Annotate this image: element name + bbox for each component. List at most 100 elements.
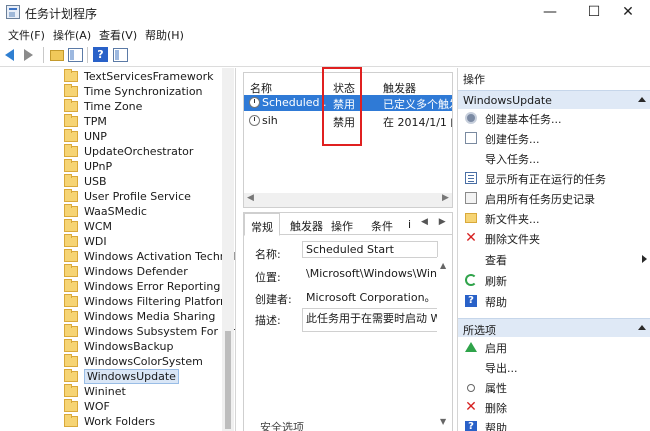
tree-item[interactable]: User Profile Service <box>64 189 234 204</box>
tree-item[interactable]: Windows Media Sharing <box>64 309 234 324</box>
up-folder-button[interactable] <box>50 47 66 63</box>
toolbar: ? <box>0 43 650 67</box>
toolbar-divider <box>87 47 88 63</box>
detail-tabs: 常规 触发器 操作 条件 i ◀ ▶ <box>244 213 452 236</box>
close-button[interactable]: ✕ <box>606 0 650 24</box>
tab-general[interactable]: 常规 <box>244 213 280 236</box>
forward-button[interactable] <box>24 47 40 63</box>
folder-icon <box>64 264 78 277</box>
folder-icon <box>64 399 78 412</box>
console-tree-icon <box>68 48 83 62</box>
action-enable[interactable]: 启用 <box>458 338 650 357</box>
tab-scroll-arrows[interactable]: ◀ ▶ <box>421 217 450 227</box>
submenu-arrow-icon <box>642 255 647 263</box>
folder-icon <box>64 84 78 97</box>
show-hide-console-button[interactable] <box>68 47 84 63</box>
gear-icon <box>465 112 477 124</box>
scroll-up-icon[interactable]: ▲ <box>440 261 446 270</box>
tree-item[interactable]: USB <box>64 174 234 189</box>
clock-icon <box>249 115 260 126</box>
create-task-icon <box>465 132 477 144</box>
help-button[interactable]: ? <box>93 47 109 63</box>
back-button[interactable] <box>5 47 21 63</box>
action-export[interactable]: 导出... <box>458 358 650 377</box>
menu-view[interactable]: 查看(V) <box>99 27 137 43</box>
task-trigger: 已定义多个触发 <box>383 98 453 111</box>
task-list-hscrollbar[interactable]: ◀ ▶ <box>244 193 452 207</box>
tree-item[interactable]: Windows Activation Technolo <box>64 249 235 264</box>
tree-scrollbar-thumb[interactable] <box>225 331 231 429</box>
folder-icon <box>64 174 78 187</box>
tree-scrollbar[interactable] <box>222 68 234 431</box>
tree-item[interactable]: Windows Filtering Platform <box>64 294 234 309</box>
field-label-description: 描述: <box>255 314 281 327</box>
field-value-location: \Microsoft\Windows\Window <box>306 267 437 280</box>
tree-item[interactable]: TextServicesFramework <box>64 69 234 84</box>
tree-item[interactable]: UpdateOrchestrator <box>64 144 234 159</box>
column-header-trigger[interactable]: 触发器 <box>383 80 416 96</box>
toolbar-divider <box>43 47 44 63</box>
action-help-selected[interactable]: ? 帮助 <box>458 418 650 431</box>
field-value-name[interactable]: Scheduled Start <box>302 241 438 258</box>
tree-item[interactable]: UPnP <box>64 159 234 174</box>
action-view[interactable]: 查看 <box>458 250 650 269</box>
detail-scrollbar[interactable]: ▲ ▼ <box>437 257 451 431</box>
tree-item[interactable]: WaaSMedic <box>64 204 234 219</box>
task-scheduler-app-icon <box>6 5 20 19</box>
menu-file[interactable]: 文件(F) <box>8 27 45 43</box>
folder-icon <box>64 129 78 142</box>
column-header-name[interactable]: 名称 <box>250 80 272 96</box>
action-help[interactable]: ? 帮助 <box>458 292 650 311</box>
tree-item[interactable]: WindowsColorSystem <box>64 354 234 369</box>
action-properties[interactable]: 属性 <box>458 378 650 397</box>
action-import-task[interactable]: 导入任务... <box>458 149 650 168</box>
scroll-right-icon[interactable]: ▶ <box>442 193 449 203</box>
tab-conditions[interactable]: 条件 <box>371 218 393 234</box>
tree-item[interactable]: Windows Subsystem For Linux <box>64 324 235 339</box>
action-delete-folder[interactable]: ✕ 删除文件夹 <box>458 229 650 248</box>
tree-item[interactable]: WDI <box>64 234 234 249</box>
action-new-folder[interactable]: 新文件夹... <box>458 209 650 228</box>
field-value-author: Microsoft Corporation。 <box>306 291 436 304</box>
tree-item[interactable]: WOF <box>64 399 234 414</box>
tree-item[interactable]: Windows Error Reporting <box>64 279 234 294</box>
tab-more[interactable]: i <box>408 218 411 231</box>
tree-item[interactable]: Wininet <box>64 384 234 399</box>
tree-item[interactable]: Time Zone <box>64 99 234 114</box>
action-refresh[interactable]: 刷新 <box>458 271 650 290</box>
scroll-down-icon[interactable]: ▼ <box>440 417 446 426</box>
folder-icon <box>64 99 78 112</box>
collapse-icon[interactable] <box>638 97 646 102</box>
tree-item[interactable]: Work Folders <box>64 414 234 429</box>
tree-item-windowsupdate[interactable]: WindowsUpdate <box>64 369 234 384</box>
tree-item[interactable]: TPM <box>64 114 234 129</box>
field-value-description[interactable]: 此任务用于在需要时启动 Wi <box>302 308 438 332</box>
folder-icon <box>64 414 78 427</box>
show-action-pane-button[interactable] <box>113 47 129 63</box>
menu-action[interactable]: 操作(A) <box>53 27 91 43</box>
collapse-icon[interactable] <box>638 325 646 330</box>
tree-item[interactable]: UNP <box>64 129 234 144</box>
section-header-selected-item[interactable]: 所选项 <box>458 318 650 337</box>
folder-icon <box>64 354 78 367</box>
minimize-button[interactable]: — <box>528 0 572 24</box>
action-create-task[interactable]: 创建任务... <box>458 129 650 148</box>
action-delete[interactable]: ✕ 删除 <box>458 398 650 417</box>
tree-item[interactable]: Windows Defender <box>64 264 234 279</box>
folder-icon <box>64 294 78 307</box>
action-create-basic-task[interactable]: 创建基本任务... <box>458 109 650 128</box>
menu-help[interactable]: 帮助(H) <box>145 27 184 43</box>
field-label-name: 名称: <box>255 248 281 261</box>
tree-item[interactable]: Time Synchronization <box>64 84 234 99</box>
tab-actions[interactable]: 操作 <box>331 218 353 234</box>
enable-icon <box>465 342 477 352</box>
field-label-location: 位置: <box>255 271 281 284</box>
folder-icon <box>64 309 78 322</box>
scroll-left-icon[interactable]: ◀ <box>247 193 254 203</box>
tree-item[interactable]: WindowsBackup <box>64 339 234 354</box>
tree-item[interactable]: WCM <box>64 219 234 234</box>
tab-triggers[interactable]: 触发器 <box>290 218 323 234</box>
action-display-running-tasks[interactable]: 显示所有正在运行的任务 <box>458 169 650 188</box>
action-enable-history[interactable]: 启用所有任务历史记录 <box>458 189 650 208</box>
section-header-windowsupdate[interactable]: WindowsUpdate <box>458 90 650 109</box>
